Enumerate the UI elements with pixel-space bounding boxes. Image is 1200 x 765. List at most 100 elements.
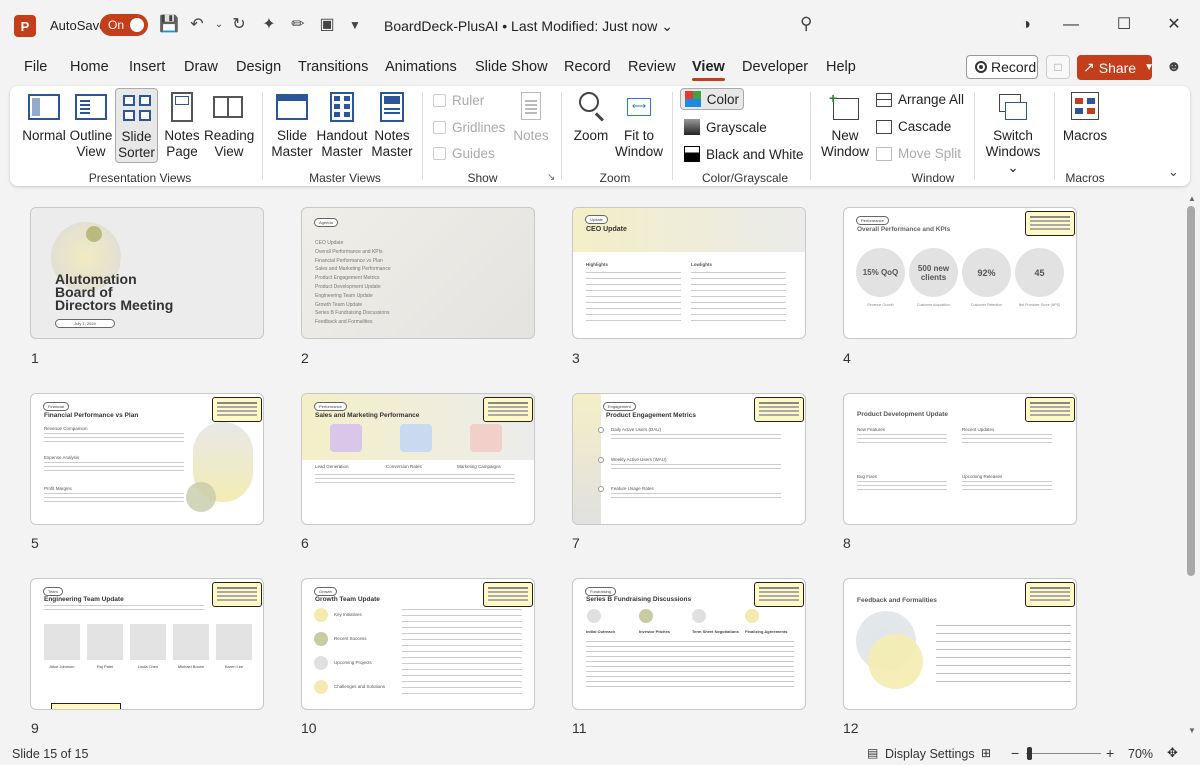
display-settings-button[interactable]: Display Settings (885, 747, 975, 761)
move-split-button[interactable]: Move Split (876, 146, 961, 161)
tab-record[interactable]: Record (564, 59, 611, 75)
tab-developer[interactable]: Developer (742, 59, 808, 75)
slide-tag: Financial (43, 402, 70, 411)
tab-insert[interactable]: Insert (129, 59, 165, 75)
tab-draw[interactable]: Draw (184, 59, 218, 75)
slide-thumbnail-2[interactable]: Agenda CEO Update Overall Performance and… (301, 207, 535, 339)
color-button[interactable]: Color (680, 88, 744, 110)
reading-view-button[interactable]: Reading View (204, 92, 254, 162)
autosave-toggle[interactable]: On (100, 14, 148, 36)
guides-checkbox[interactable]: Guides (433, 146, 495, 161)
ribbon-separator (810, 92, 811, 180)
share-button[interactable]: ↗ Share ▼ (1077, 55, 1154, 80)
customize-qat-icon[interactable]: ▼ (344, 14, 366, 36)
present-icon[interactable]: ▣ (316, 14, 338, 36)
slide-thumbnail-11[interactable]: Fundraising Series B Fundraising Discuss… (572, 578, 806, 710)
tab-view[interactable]: View (692, 59, 725, 81)
slide-thumbnail-3[interactable]: Update CEO Update Highlights Lowlights (572, 207, 806, 339)
color-swatch-icon (685, 91, 701, 107)
macros-button[interactable]: Macros (1060, 92, 1110, 148)
scroll-down-icon[interactable]: ▼ (1188, 726, 1196, 735)
slide-thumbnail-12[interactable]: Feedback and Formalities (843, 578, 1077, 710)
slide-thumbnail-8[interactable]: Product Development Update New Features … (843, 393, 1077, 525)
zoom-button[interactable]: Zoom (570, 92, 612, 148)
slide-thumbnail-4[interactable]: Performance Overall Performance and KPIs… (843, 207, 1077, 339)
document-title[interactable]: BoardDeck-PlusAI • Last Modified: Just n… (384, 18, 673, 35)
outline-view-button[interactable]: Outline View (68, 92, 114, 162)
person-icon[interactable]: ☻ (1166, 58, 1182, 75)
reading-view-icon (213, 92, 245, 124)
undo-dropdown-icon[interactable]: ⌄ (208, 14, 230, 36)
redo-icon[interactable]: ↻ (228, 14, 250, 36)
save-icon[interactable]: 💾 (158, 14, 180, 36)
undo-icon[interactable]: ↶ (186, 14, 208, 36)
minimize-icon[interactable]: — (1059, 14, 1083, 36)
slide-tag: Growth (314, 587, 337, 596)
tab-slide-show[interactable]: Slide Show (475, 59, 548, 75)
zoom-slider-thumb[interactable] (1027, 747, 1032, 760)
sticky-note (754, 397, 804, 422)
slide-thumbnail-6[interactable]: Performance Sales and Marketing Performa… (301, 393, 535, 525)
show-dialog-launcher-icon[interactable]: ↘ (547, 172, 555, 183)
switch-windows-button[interactable]: Switch Windows ⌄ (980, 92, 1046, 175)
group-label-show: Show (467, 171, 498, 185)
arrange-all-button[interactable]: Arrange All (876, 92, 964, 107)
notes-page-button[interactable]: Notes Page (162, 92, 202, 162)
close-icon[interactable]: ✕ (1162, 14, 1186, 36)
cascade-button[interactable]: Cascade (876, 119, 951, 134)
tab-file[interactable]: File (24, 59, 47, 75)
scroll-thumb[interactable] (1187, 206, 1195, 576)
notes-button[interactable]: Notes (510, 92, 552, 148)
handout-master-button[interactable]: Handout Master (316, 92, 368, 162)
tab-home[interactable]: Home (70, 59, 109, 75)
pen-icon[interactable]: ✏ (287, 14, 309, 36)
slide-number: 8 (843, 535, 851, 551)
notes-master-button[interactable]: Notes Master (370, 92, 414, 162)
maximize-icon[interactable]: ☐ (1112, 14, 1136, 36)
slide-master-button[interactable]: Slide Master (270, 92, 314, 162)
grayscale-button[interactable]: Grayscale (684, 119, 767, 135)
tab-review[interactable]: Review (628, 59, 676, 75)
record-button[interactable]: Record (966, 55, 1038, 79)
tab-design[interactable]: Design (236, 59, 281, 75)
fit-to-window-button[interactable]: ⟷ Fit to Window (614, 92, 664, 162)
notes-page-icon (166, 92, 198, 124)
slide-thumbnail-7[interactable]: Engagement Product Engagement Metrics Da… (572, 393, 806, 525)
lightbulb-icon[interactable]: ◑ (1014, 14, 1038, 36)
slide-tag: Update (585, 215, 608, 224)
slide-number: 9 (31, 720, 39, 736)
normal-view-button[interactable]: Normal (22, 92, 66, 162)
slide-sorter-button[interactable]: Slide Sorter (115, 88, 158, 163)
zoom-level[interactable]: 70% (1128, 747, 1153, 761)
collapse-ribbon-icon[interactable]: ⌄ (1168, 164, 1179, 180)
slide-title: Product Engagement Metrics (606, 412, 696, 419)
gridlines-checkbox[interactable]: Gridlines (433, 120, 505, 135)
comments-icon[interactable]: □ (1046, 55, 1070, 79)
slide-number: 2 (301, 350, 309, 366)
sorter-view-icon[interactable]: ⊞ (981, 746, 991, 760)
illustration-image (330, 424, 362, 452)
tab-help[interactable]: Help (826, 59, 856, 75)
vertical-scrollbar[interactable]: ▲ ▼ (1184, 194, 1200, 738)
search-icon[interactable]: ⚲ (800, 14, 812, 34)
display-settings-icon[interactable]: ▤ (867, 746, 878, 760)
kpi-circle: 15% QoQ (856, 248, 905, 297)
slide-thumbnail-10[interactable]: Growth Growth Team Update Key Initiative… (301, 578, 535, 710)
share-icon: ↗ (1083, 59, 1095, 75)
tab-animations[interactable]: Animations (385, 59, 457, 75)
zoom-out-icon[interactable]: − (1011, 745, 1019, 761)
new-window-button[interactable]: + New Window (820, 90, 870, 162)
scroll-up-icon[interactable]: ▲ (1188, 194, 1196, 203)
zoom-in-icon[interactable]: + (1106, 745, 1114, 761)
slide-thumbnail-5[interactable]: Financial Financial Performance vs Plan … (30, 393, 264, 525)
ruler-checkbox[interactable]: Ruler (433, 93, 484, 108)
tab-transitions[interactable]: Transitions (298, 59, 368, 75)
slide-number: 7 (572, 535, 580, 551)
magic-wand-icon[interactable]: ✦ (258, 14, 280, 36)
slide-master-icon (276, 92, 308, 124)
fit-slide-icon[interactable]: ✥ (1167, 745, 1178, 761)
black-and-white-button[interactable]: Black and White (684, 146, 804, 162)
slide-thumbnail-1[interactable]: Alutomation Board of Directors Meeting Jul… (30, 207, 264, 339)
zoom-slider[interactable] (1026, 753, 1101, 754)
slide-thumbnail-9[interactable]: Team Engineering Team Update Alice Johns… (30, 578, 264, 710)
